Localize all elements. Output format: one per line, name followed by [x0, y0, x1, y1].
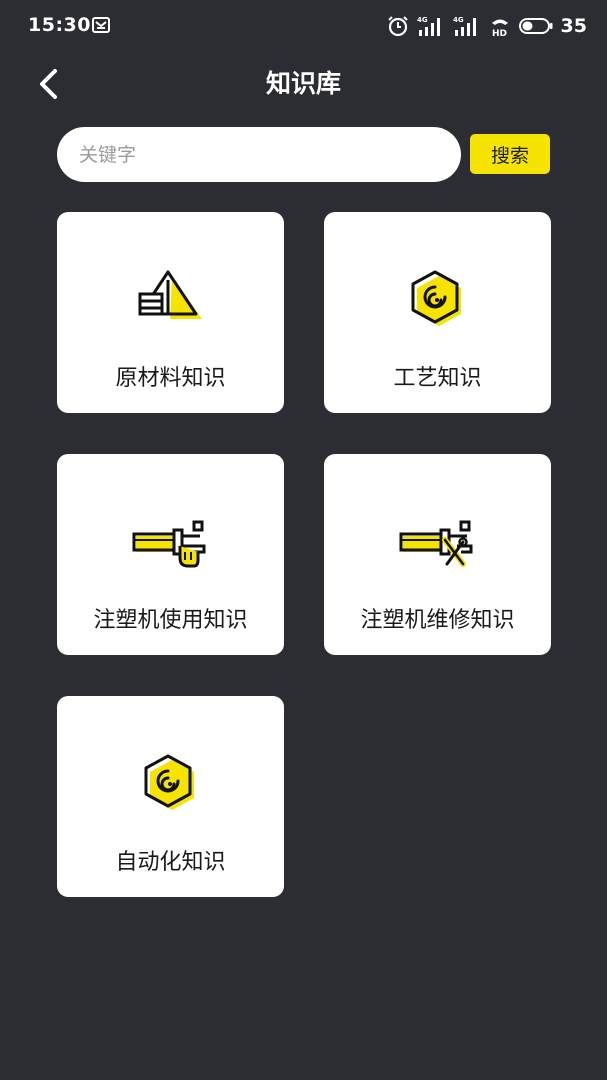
category-label: 注塑机使用知识 — [93, 608, 248, 633]
category-card-machine-usage[interactable]: 注塑机使用知识 — [57, 454, 284, 655]
search-input[interactable] — [57, 127, 461, 182]
machine-repair-icon — [397, 506, 477, 586]
category-card-machine-repair[interactable]: 注塑机维修知识 — [324, 454, 551, 655]
hd-call-icon: HD — [491, 19, 508, 37]
category-card-automation[interactable]: 自动化知识 — [57, 696, 284, 897]
search-button[interactable]: 搜索 — [470, 134, 550, 174]
category-card-raw-material[interactable]: 原材料知识 — [57, 212, 284, 413]
network-label-2: 4G — [453, 16, 464, 24]
status-bar: 15:30 4G 4G HD 35 — [0, 0, 607, 54]
alarm-icon — [387, 16, 408, 37]
category-label: 工艺知识 — [393, 366, 482, 391]
automation-icon — [130, 748, 210, 828]
signal-4g-icon-2: 4G — [453, 16, 476, 36]
hd-label: HD — [492, 29, 507, 37]
page-title: 知识库 — [265, 69, 341, 98]
category-label: 自动化知识 — [115, 850, 226, 875]
category-card-process[interactable]: 工艺知识 — [324, 212, 551, 413]
status-icons: 4G 4G HD 35 — [387, 12, 587, 40]
mail-notification-icon — [92, 17, 110, 33]
signal-4g-icon: 4G — [417, 16, 440, 36]
status-time: 15:30 — [28, 14, 91, 36]
category-label: 注塑机维修知识 — [360, 608, 515, 633]
raw-material-icon — [130, 264, 210, 344]
network-label-1: 4G — [417, 16, 428, 24]
machine-usage-icon — [130, 506, 210, 586]
category-label: 原材料知识 — [115, 366, 226, 391]
battery-level: 35 — [560, 15, 587, 37]
battery-icon — [518, 18, 553, 34]
process-icon — [397, 264, 477, 344]
